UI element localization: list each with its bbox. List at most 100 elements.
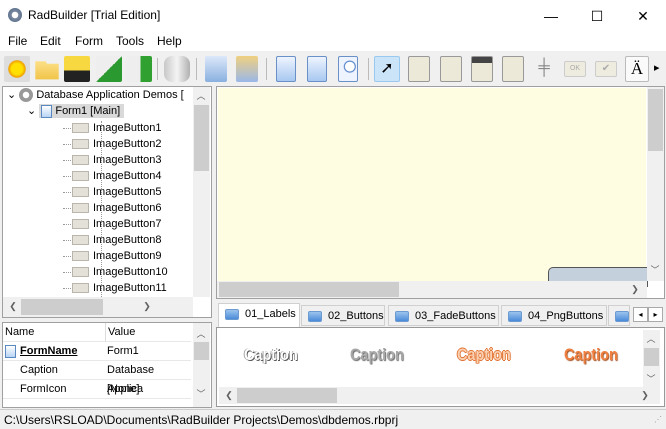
maximize-button[interactable]: ☐ bbox=[574, 0, 620, 32]
scroll-right-arrow-icon[interactable]: ❯ bbox=[139, 301, 155, 312]
tree-form[interactable]: ⌄ Form1 [Main] bbox=[27, 103, 125, 119]
pointer-icon[interactable]: ➚ bbox=[374, 56, 400, 82]
designer-horizontal-scrollbar[interactable]: ❯ bbox=[217, 281, 647, 298]
tab-scroll-left-button[interactable]: ◂ bbox=[633, 307, 648, 322]
scroll-up-arrow-icon[interactable]: ︿ bbox=[193, 89, 209, 102]
paste-icon[interactable] bbox=[236, 56, 258, 82]
tab-03-fadebuttons[interactable]: 03_FadeButtons bbox=[388, 305, 499, 326]
toolbar-overflow-arrow[interactable]: ▸ bbox=[654, 61, 660, 74]
tab-01-labels[interactable]: 01_Labels bbox=[218, 303, 300, 327]
form-canvas[interactable] bbox=[218, 88, 646, 281]
property-value[interactable]: Form1 bbox=[107, 342, 139, 361]
caption-label-orange-outline[interactable]: Caption bbox=[457, 345, 511, 365]
tree-item[interactable]: ImageButton4 bbox=[63, 168, 162, 184]
ok-button-icon[interactable]: OK bbox=[564, 61, 586, 77]
scroll-thumb[interactable] bbox=[237, 388, 337, 403]
tree-connector bbox=[63, 175, 71, 177]
property-value[interactable]: [None] bbox=[107, 380, 139, 399]
caption-label-orange[interactable]: Caption bbox=[564, 345, 618, 365]
group-box-icon[interactable] bbox=[440, 56, 462, 82]
tree-connector bbox=[63, 127, 71, 129]
database-icon[interactable] bbox=[164, 56, 190, 82]
expand-chevron-icon[interactable]: ⌄ bbox=[27, 105, 36, 117]
tree-item-label: ImageButton2 bbox=[93, 138, 162, 150]
tree-connector bbox=[63, 255, 71, 257]
preview-icon[interactable] bbox=[338, 56, 358, 82]
panel-icon[interactable] bbox=[408, 56, 430, 82]
scroll-thumb[interactable] bbox=[194, 105, 209, 171]
scroll-down-arrow-icon[interactable]: ﹀ bbox=[647, 263, 663, 276]
menu-tools[interactable]: Tools bbox=[116, 34, 144, 48]
check-icon[interactable]: ✔ bbox=[595, 61, 617, 77]
form-properties-icon[interactable] bbox=[307, 56, 327, 82]
scroll-up-arrow-icon[interactable]: ︿ bbox=[643, 332, 659, 345]
menu-help[interactable]: Help bbox=[157, 34, 182, 48]
build-icon[interactable] bbox=[96, 56, 122, 82]
tab-icon bbox=[225, 309, 239, 320]
tree-item[interactable]: ImageButton10 bbox=[63, 264, 168, 280]
resize-grip-icon[interactable]: ⋰ bbox=[654, 415, 662, 424]
grid-icon[interactable] bbox=[502, 56, 524, 82]
tree-item[interactable]: ImageButton8 bbox=[63, 232, 162, 248]
caption-label-gray[interactable]: Caption bbox=[350, 345, 404, 365]
toolbar-separator bbox=[157, 58, 158, 80]
tab-02-buttons[interactable]: 02_Buttons bbox=[301, 305, 385, 326]
tree-item[interactable]: ImageButton1 bbox=[63, 120, 162, 136]
scroll-down-arrow-icon[interactable]: ﹀ bbox=[193, 387, 209, 400]
scroll-right-arrow-icon[interactable]: ❯ bbox=[627, 284, 643, 295]
tab-scroll-right-button[interactable]: ▸ bbox=[648, 307, 663, 322]
scroll-thumb[interactable] bbox=[21, 299, 103, 315]
open-folder-icon[interactable] bbox=[35, 61, 59, 80]
copy-icon[interactable] bbox=[205, 56, 227, 82]
new-project-icon[interactable] bbox=[4, 56, 30, 82]
close-button[interactable]: ✕ bbox=[620, 0, 666, 32]
scroll-left-arrow-icon[interactable]: ❮ bbox=[221, 390, 237, 401]
caption-label-white[interactable]: Caption bbox=[244, 345, 298, 365]
tree-item-label: ImageButton5 bbox=[93, 186, 162, 198]
tab-vertical-scrollbar[interactable]: ︿ ﹀ bbox=[643, 330, 660, 387]
tab-04-pngbuttons[interactable]: 04_PngButtons bbox=[501, 305, 607, 326]
tree-vertical-scrollbar[interactable]: ︿ bbox=[193, 87, 210, 297]
tree-connector bbox=[63, 271, 71, 273]
tree-item[interactable]: ImageButton2 bbox=[63, 136, 162, 152]
scroll-thumb[interactable] bbox=[644, 348, 659, 366]
scroll-thumb[interactable] bbox=[194, 342, 209, 360]
menu-form[interactable]: Form bbox=[75, 34, 103, 48]
minimize-button[interactable]: — bbox=[528, 0, 574, 32]
scroll-left-arrow-icon[interactable]: ❮ bbox=[5, 301, 21, 312]
property-row[interactable]: Caption Database Applica bbox=[3, 361, 191, 395]
run-icon[interactable] bbox=[126, 56, 152, 82]
scroll-right-arrow-icon[interactable]: ❯ bbox=[637, 390, 653, 401]
scroll-up-arrow-icon[interactable]: ︿ bbox=[193, 327, 209, 340]
tree-horizontal-scrollbar[interactable]: ❮ ❯ bbox=[3, 297, 193, 317]
expand-chevron-icon[interactable]: ⌄ bbox=[7, 89, 16, 101]
tree-root-label: Database Application Demos [ bbox=[36, 89, 184, 101]
tree-item[interactable]: ImageButton7 bbox=[63, 216, 162, 232]
property-vertical-scrollbar[interactable]: ︿ ﹀ bbox=[193, 323, 210, 407]
tree-item[interactable]: ImageButton11 bbox=[63, 280, 167, 296]
tab-horizontal-scrollbar[interactable]: ❮ ❯ bbox=[219, 387, 660, 404]
image-button-icon bbox=[72, 187, 89, 198]
menu-file[interactable]: File bbox=[8, 34, 27, 48]
splitter-icon[interactable]: ╪ bbox=[533, 56, 555, 82]
tree-root[interactable]: ⌄ Database Application Demos [ bbox=[7, 87, 184, 103]
image-button-icon bbox=[72, 235, 89, 246]
designer-vertical-scrollbar[interactable]: ﹀ bbox=[647, 87, 664, 281]
save-icon[interactable] bbox=[64, 56, 90, 82]
text-font-icon[interactable]: Ä bbox=[625, 56, 649, 82]
tab-label: 03_FadeButtons bbox=[415, 310, 496, 322]
scroll-thumb[interactable] bbox=[219, 282, 399, 297]
property-row[interactable]: FormName Form1 bbox=[3, 342, 191, 361]
tree-item[interactable]: ImageButton9 bbox=[63, 248, 162, 264]
property-row[interactable]: FormIcon [None] bbox=[3, 380, 191, 399]
tree-item[interactable]: ImageButton6 bbox=[63, 200, 162, 216]
scroll-down-arrow-icon[interactable]: ﹀ bbox=[643, 372, 659, 385]
tree-item[interactable]: ImageButton5 bbox=[63, 184, 162, 200]
tab-overflow[interactable] bbox=[608, 305, 630, 326]
tab-panel-icon[interactable] bbox=[471, 56, 493, 82]
image-button-icon bbox=[72, 203, 89, 214]
scroll-thumb[interactable] bbox=[648, 89, 663, 151]
tree-item[interactable]: ImageButton3 bbox=[63, 152, 162, 168]
menu-edit[interactable]: Edit bbox=[40, 34, 61, 48]
new-form-icon[interactable] bbox=[276, 56, 296, 82]
